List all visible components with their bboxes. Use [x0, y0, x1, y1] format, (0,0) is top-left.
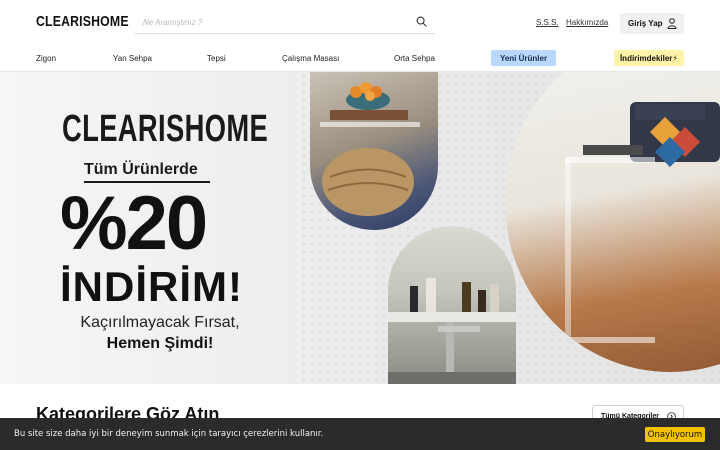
cookie-banner: Bu site size daha iyi bir deneyim sunmak…	[0, 418, 720, 450]
hero-subtitle: Tüm Ürünlerde	[84, 161, 198, 178]
hero-tagline-2: Hemen Şimdi!	[106, 335, 214, 352]
cookie-message: Bu site size daha iyi bir deneyim sunmak…	[14, 429, 324, 439]
nav-item-yan-sehpa[interactable]: Yan Sehpa	[113, 54, 152, 63]
hero-tagline-1: Kaçırılmayacak Fırsat,	[80, 314, 240, 331]
faq-link[interactable]: S.S.S.	[536, 18, 559, 27]
hero-percent: %20	[60, 181, 208, 266]
hero-photo-coffee-table	[310, 72, 438, 230]
site-logo[interactable]: CLEARISHOME	[36, 13, 129, 30]
nav-new-products[interactable]: Yeni Ürünler	[491, 50, 556, 66]
page: CLEARISHOME S.S.S. Hakkımızda Giriş Yap …	[0, 0, 720, 450]
login-label: Giriş Yap	[628, 19, 663, 28]
nav-item-orta-sehpa[interactable]: Orta Sehpa	[394, 54, 435, 63]
about-link[interactable]: Hakkımızda	[566, 18, 608, 27]
nav-item-tepsi[interactable]: Tepsi	[207, 54, 226, 63]
hero-banner[interactable]: CLEARISHOME Tüm Ürünlerde %20 İNDİRİM! K…	[0, 72, 720, 384]
search-bar	[135, 10, 435, 34]
user-icon	[667, 18, 677, 29]
nav-item-zigon[interactable]: Zigon	[36, 54, 56, 63]
nav-item-calisma-masasi[interactable]: Çalışma Masası	[282, 54, 339, 63]
search-icon[interactable]	[416, 16, 427, 27]
hero-photo-bathroom-tray	[388, 226, 516, 384]
login-button[interactable]: Giriş Yap	[620, 13, 684, 34]
hero-brand-title: CLEARISHOME	[62, 108, 269, 150]
nav-discounted[interactable]: İndirimdekiler⚡	[614, 50, 684, 66]
cookie-accept-button[interactable]: Onaylıyorum	[645, 427, 705, 442]
search-input[interactable]	[143, 14, 403, 30]
site-header: CLEARISHOME S.S.S. Hakkımızda Giriş Yap	[0, 0, 720, 46]
hero-discount-word: İNDİRİM!	[60, 263, 243, 310]
category-nav: Zigon Yan Sehpa Tepsi Çalışma Masası Ort…	[0, 46, 720, 72]
